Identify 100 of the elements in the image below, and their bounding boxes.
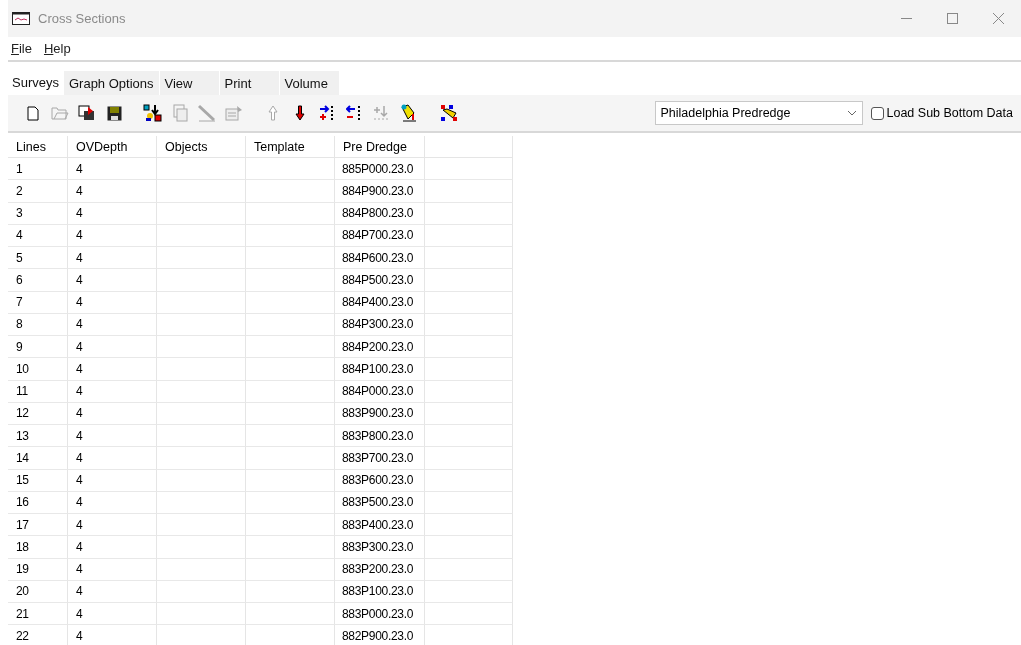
survey-dropdown[interactable]: Philadelphia Predredge	[654, 101, 863, 125]
table-cell: 884P300.23.0	[342, 317, 414, 332]
table-cell: 12	[16, 406, 29, 421]
table-cell: 4	[76, 517, 83, 532]
table-cell: 883P000.23.0	[342, 606, 414, 621]
table-cell: 883P900.23.0	[342, 406, 414, 421]
shapes-icon	[143, 104, 163, 122]
table-cell: 4	[76, 384, 83, 399]
table-cell: 4	[76, 428, 83, 443]
table-cell: 4	[76, 206, 83, 221]
table-cell: 884P600.23.0	[342, 250, 414, 265]
table-cell: 4	[76, 562, 83, 577]
floppy-arrow-icon	[78, 105, 96, 121]
table-cell: 4	[76, 295, 83, 310]
checkbox-label: Load Sub Bottom Data	[886, 106, 1013, 120]
new-file-icon	[27, 105, 39, 121]
table-cell: 884P900.23.0	[342, 183, 414, 198]
toolbar-button[interactable]	[142, 102, 164, 124]
table-cell: 19	[16, 562, 29, 577]
table-cell: 884P200.23.0	[342, 339, 414, 354]
table-cell: 4	[76, 473, 83, 488]
table-cell: 2	[16, 183, 23, 198]
save-icon	[106, 105, 122, 121]
insert-column-icon	[319, 105, 335, 121]
table-cell: 3	[16, 206, 23, 221]
table-cell: 4	[76, 272, 83, 287]
table-cell: 883P200.23.0	[342, 562, 414, 577]
table-cell: 21	[16, 606, 29, 621]
column-header[interactable]: Pre Dredge	[335, 136, 425, 158]
column-header[interactable]: Objects	[157, 136, 246, 158]
form-icon	[225, 105, 243, 121]
table-cell: 9	[16, 339, 23, 354]
table-cell: 11	[16, 384, 28, 399]
table-cell: 884P000.23.0	[342, 384, 414, 399]
table-cell: 4	[76, 406, 83, 421]
table-cell: 885P000.23.0	[342, 161, 414, 176]
menu-item[interactable]: Help	[43, 41, 71, 56]
palette-icon	[440, 104, 458, 122]
table-cell: 8	[16, 317, 23, 332]
table-cell: 883P100.23.0	[342, 584, 414, 599]
table-cell: 4	[76, 539, 83, 554]
table-cell: 10	[16, 361, 29, 376]
table-cell: 7	[16, 295, 23, 310]
table-cell: 4	[76, 228, 83, 243]
delete-column-icon	[346, 105, 362, 121]
table-cell: 4	[76, 250, 83, 265]
folder-icon	[51, 106, 69, 120]
table-cell: 4	[76, 450, 83, 465]
tab[interactable]: Graph Options	[63, 71, 160, 95]
table-cell: 4	[76, 183, 83, 198]
table-cell: 4	[76, 628, 83, 643]
table-cell: 20	[16, 584, 29, 599]
table-cell: 6	[16, 272, 23, 287]
table-cell: 16	[16, 495, 29, 510]
table-cell: 15	[16, 473, 29, 488]
table-cell: 884P400.23.0	[342, 295, 414, 310]
checkbox[interactable]	[870, 106, 884, 120]
table-cell: 884P800.23.0	[342, 206, 414, 221]
table-cell: 14	[16, 450, 29, 465]
table-cell: 4	[76, 495, 83, 510]
table-cell: 22	[16, 628, 29, 643]
table-cell: 4	[76, 606, 83, 621]
table-cell: 883P700.23.0	[342, 450, 414, 465]
table-cell: 883P600.23.0	[342, 473, 414, 488]
table-cell: 4	[76, 584, 83, 599]
table-cell: 17	[16, 517, 29, 532]
column-header[interactable]: Template	[246, 136, 335, 158]
column-header[interactable]: Lines	[8, 136, 68, 158]
down-arrow-icon	[295, 105, 305, 121]
table-cell: 4	[76, 317, 83, 332]
tab[interactable]: View	[159, 71, 220, 95]
table-cell: 4	[76, 339, 83, 354]
chart-window-icon	[12, 12, 30, 25]
documents-icon	[171, 104, 189, 122]
toolbar-button[interactable]	[438, 102, 460, 124]
table-cell: 18	[16, 539, 29, 554]
table-cell: 883P500.23.0	[342, 495, 414, 510]
table-cell: 882P900.23.0	[342, 628, 414, 643]
table-cell: 13	[16, 428, 29, 443]
sort-icon	[373, 105, 389, 121]
tab[interactable]: Volume	[279, 71, 340, 95]
table-cell: 4	[76, 361, 83, 376]
tab[interactable]: Print	[219, 71, 280, 95]
window-title: Cross Sections	[38, 11, 127, 26]
paint-icon	[399, 104, 417, 122]
pencil-icon	[197, 104, 217, 122]
close-icon	[992, 13, 1004, 24]
maximize-icon	[946, 13, 958, 24]
table-cell: 4	[16, 228, 23, 243]
table-cell: 1	[16, 161, 23, 176]
table-cell: 883P400.23.0	[342, 517, 414, 532]
table-cell: 4	[76, 161, 83, 176]
up-arrow-icon	[268, 105, 278, 121]
column-header[interactable]: OVDepth	[68, 136, 157, 158]
table-cell: 884P700.23.0	[342, 228, 414, 243]
table-cell: 5	[16, 250, 23, 265]
table-cell: 883P800.23.0	[342, 428, 414, 443]
table-cell: 884P500.23.0	[342, 272, 414, 287]
chevron-down-icon	[846, 110, 857, 116]
menu-item[interactable]: File	[11, 41, 32, 56]
